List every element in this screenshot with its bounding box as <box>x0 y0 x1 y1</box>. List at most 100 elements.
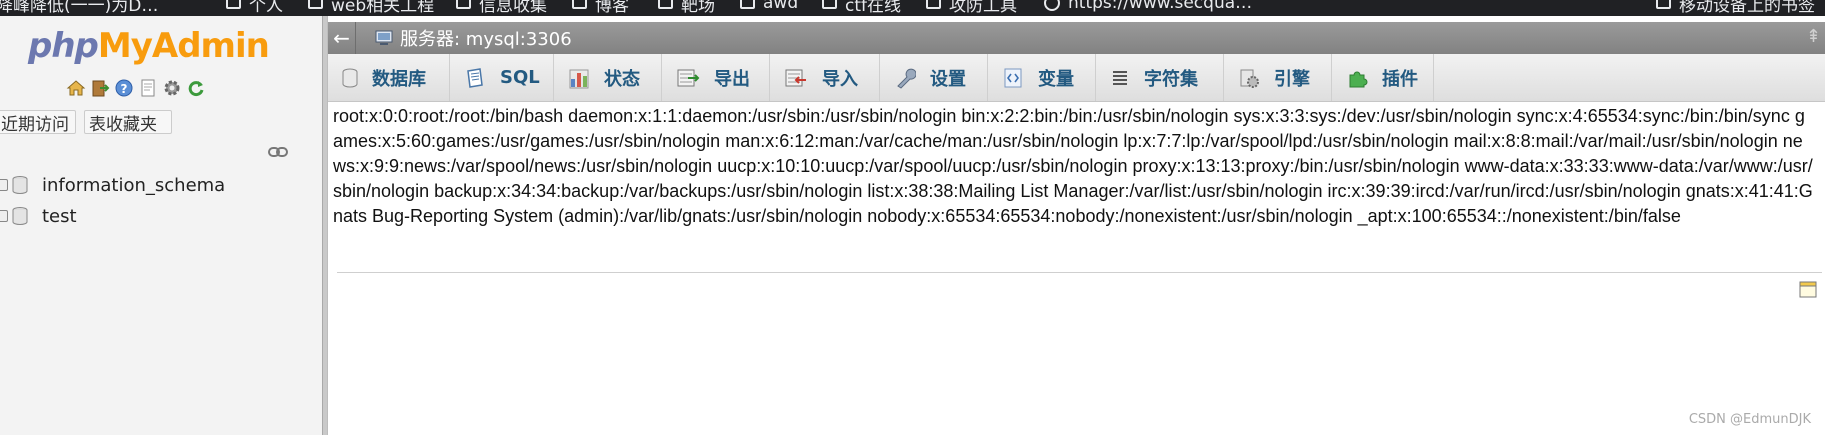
settings-icon[interactable] <box>162 78 182 98</box>
tab-status[interactable]: 状态 <box>554 54 662 101</box>
server-label: 服务器: mysql:3306 <box>400 29 572 50</box>
main-menu: 数据库 SQL 状态 导出 导入 设置 变量 字符集 引擎 插件 <box>328 54 1825 102</box>
home-icon[interactable] <box>66 78 86 98</box>
watermark: CSDN @EdmunDJK <box>1688 412 1811 427</box>
tab-label: 数据库 <box>372 68 426 90</box>
folder-icon <box>1656 0 1671 9</box>
help-icon[interactable]: ? <box>114 78 134 98</box>
bookmark-item[interactable]: 信息收集 <box>456 0 547 16</box>
tab-label: 导入 <box>822 68 858 90</box>
bookmark-label: 降峰降低(一一)为D… <box>0 0 159 16</box>
database-icon <box>12 207 28 225</box>
tab-label: 状态 <box>604 68 640 90</box>
server-icon <box>375 30 393 45</box>
bookmark-label: 靶场 <box>681 0 715 16</box>
tab-sql[interactable]: SQL <box>450 54 554 101</box>
phpmyadmin-logo[interactable]: phpMyAdmin <box>28 26 270 66</box>
expand-icon[interactable] <box>0 179 8 191</box>
exit-icon[interactable] <box>90 78 110 98</box>
status-icon <box>569 69 589 88</box>
bookmark-item[interactable]: 个人 <box>226 0 283 16</box>
bookmark-item[interactable]: 攻防工具 <box>926 0 1017 16</box>
database-name[interactable]: information_schema <box>42 175 225 196</box>
tab-settings[interactable]: 设置 <box>880 54 988 101</box>
svg-text:?: ? <box>121 82 128 96</box>
bookmark-item[interactable]: ctf在线 <box>822 0 901 16</box>
docs-icon[interactable] <box>138 78 158 98</box>
browser-bookmarks-bar: 降峰降低(一一)为D… 个人 web相关工程 信息收集 博客 靶场 awd ct… <box>0 0 1825 16</box>
bookmark-label: ctf在线 <box>845 0 901 16</box>
tab-plugins[interactable]: 插件 <box>1332 54 1434 101</box>
database-name[interactable]: test <box>42 206 77 227</box>
tab-import[interactable]: 导入 <box>770 54 880 101</box>
bookmark-label: https://www.secqua… <box>1068 0 1253 13</box>
bookmark-label: 博客 <box>595 0 629 16</box>
database-tree-item[interactable]: information_schema <box>0 173 225 197</box>
bookmark-item[interactable]: web相关工程 <box>308 0 435 16</box>
server-breadcrumb[interactable]: 服务器: mysql:3306 <box>374 25 572 51</box>
folder-icon <box>226 0 241 9</box>
tab-label: 插件 <box>1382 68 1418 90</box>
recent-tab-label: 近期访问 <box>1 114 69 135</box>
bookmark-item[interactable]: https://www.secqua… <box>1044 0 1252 15</box>
bookmark-item[interactable]: 靶场 <box>658 0 715 16</box>
import-icon <box>785 69 806 86</box>
bookmark-label: 个人 <box>249 0 283 16</box>
recent-tables-tab[interactable]: 近期访问 <box>0 110 76 135</box>
database-icon <box>342 68 358 87</box>
logo-php-text: php <box>28 26 99 66</box>
bookmark-item[interactable]: 博客 <box>572 0 629 16</box>
tab-label: 引擎 <box>1274 68 1310 90</box>
bookmark-item[interactable]: 移动设备上的书签 <box>1656 0 1815 16</box>
tab-label: SQL <box>500 67 540 88</box>
favorites-tab-label: 表收藏夹 <box>89 114 157 135</box>
tab-label: 设置 <box>930 68 966 90</box>
folder-icon <box>740 0 755 9</box>
server-breadcrumb-bar: ← 服务器: mysql:3306 ⇞ <box>328 22 1825 54</box>
tab-databases[interactable]: 数据库 <box>328 54 450 101</box>
folder-icon <box>572 0 587 9</box>
bookmark-label: 攻防工具 <box>949 0 1017 16</box>
charset-icon <box>1113 70 1127 85</box>
plugin-icon <box>1349 71 1368 87</box>
folder-icon <box>822 0 837 9</box>
collapse-top-icon[interactable]: ⇞ <box>1806 26 1821 47</box>
database-icon <box>12 176 28 194</box>
bookmark-label: 信息收集 <box>479 0 547 16</box>
sql-icon <box>467 67 483 88</box>
engine-icon <box>1240 69 1259 88</box>
folder-icon <box>658 0 673 9</box>
bookmark-item[interactable]: 降峰降低(一一)为D… <box>0 0 159 16</box>
content-divider <box>337 272 1822 273</box>
bookmark-label: awd <box>763 0 799 13</box>
bookmark-label: web相关工程 <box>331 0 435 16</box>
folder-icon <box>926 0 941 9</box>
navigation-panel: phpMyAdmin ? 近期访问 表收藏夹 information_schem… <box>0 16 322 435</box>
tab-variables[interactable]: 变量 <box>988 54 1096 101</box>
tab-label: 变量 <box>1038 68 1074 90</box>
console-icon[interactable] <box>1798 279 1818 299</box>
query-output-text: root:x:0:0:root:/root:/bin/bash daemon:x… <box>333 106 1813 226</box>
tab-charsets[interactable]: 字符集 <box>1096 54 1224 101</box>
collapse-navigation-button[interactable]: ← <box>328 22 356 54</box>
export-icon <box>677 69 700 86</box>
reload-icon[interactable] <box>186 78 206 98</box>
tab-export[interactable]: 导出 <box>662 54 770 101</box>
expand-icon[interactable] <box>0 210 8 222</box>
folder-icon <box>308 0 323 9</box>
tab-label: 导出 <box>714 68 750 90</box>
database-tree-item[interactable]: test <box>0 204 77 228</box>
navigation-icons: ? <box>66 78 206 98</box>
tab-label: 字符集 <box>1144 68 1198 90</box>
folder-icon <box>456 0 471 9</box>
bookmark-label: 移动设备上的书签 <box>1679 0 1815 16</box>
logo-myadmin-text: MyAdmin <box>97 26 270 66</box>
tab-engines[interactable]: 引擎 <box>1224 54 1332 101</box>
left-arrow-icon: ← <box>333 26 350 50</box>
link-with-main-panel-icon[interactable] <box>268 146 288 158</box>
bookmark-item[interactable]: awd <box>740 0 798 15</box>
favorite-tables-tab[interactable]: 表收藏夹 <box>84 110 172 135</box>
variables-icon <box>1004 68 1022 87</box>
wrench-icon <box>897 68 916 89</box>
globe-icon <box>1044 0 1060 11</box>
